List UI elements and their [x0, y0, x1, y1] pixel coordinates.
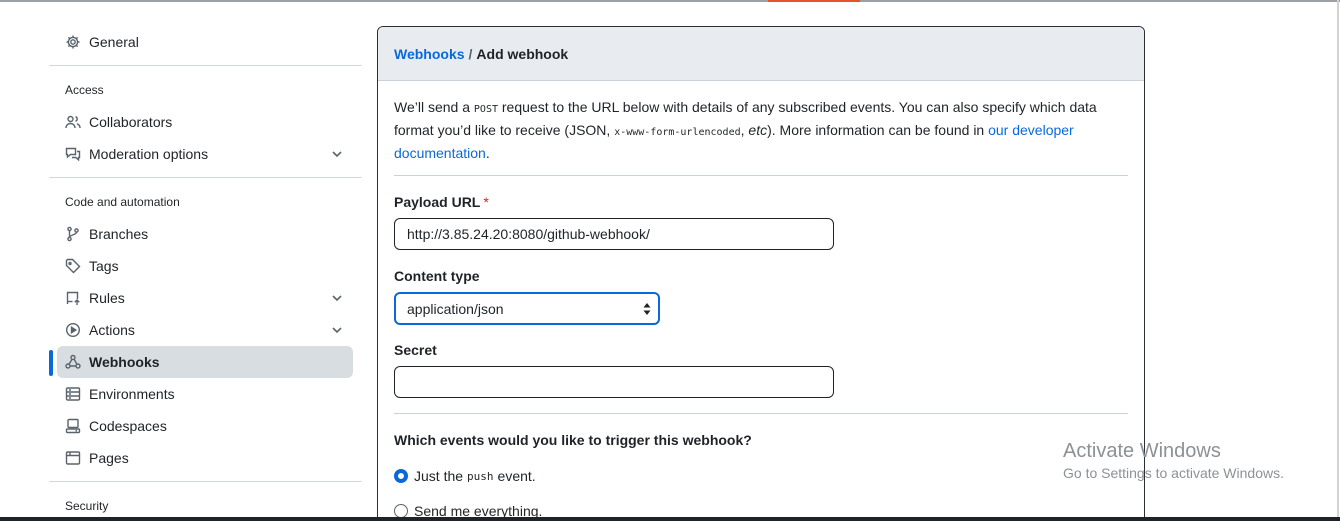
- sidebar-item-label: Branches: [89, 226, 149, 242]
- browser-icon: [65, 450, 81, 466]
- sidebar-item-pages[interactable]: Pages: [57, 442, 353, 474]
- content-type-label: Content type: [394, 268, 480, 284]
- sidebar-item-label: Actions: [89, 322, 135, 338]
- section-divider: [394, 175, 1128, 176]
- sidebar-divider: [49, 177, 362, 178]
- secret-input[interactable]: [394, 366, 834, 398]
- add-webhook-panel: Webhooks / Add webhook We’ll send a POST r…: [377, 26, 1145, 521]
- sidebar-heading-code: Code and automation: [65, 195, 180, 209]
- sidebar-item-label: Environments: [89, 386, 175, 402]
- sidebar-item-moderation[interactable]: Moderation options: [57, 138, 353, 170]
- section-divider: [394, 413, 1128, 414]
- repo-push-icon: [65, 290, 81, 306]
- content-type-select[interactable]: application/json: [394, 292, 660, 325]
- sidebar-item-collaborators[interactable]: Collaborators: [57, 106, 353, 138]
- activation-watermark: Activate Windows Go to Settings to activ…: [1063, 440, 1284, 481]
- page-title: Add webhook: [476, 46, 569, 62]
- sidebar-item-label: Collaborators: [89, 114, 173, 130]
- etc-text: etc: [748, 122, 768, 138]
- sidebar-item-actions[interactable]: Actions: [57, 314, 353, 346]
- chevron-down-icon: [332, 327, 342, 334]
- active-indicator: [49, 350, 53, 376]
- secret-label: Secret: [394, 342, 437, 358]
- codespaces-icon: [65, 418, 81, 434]
- sidebar-item-general[interactable]: General: [57, 26, 353, 58]
- sidebar-item-label: Pages: [89, 450, 129, 466]
- sidebar-heading-access: Access: [65, 83, 104, 97]
- events-question: Which events would you like to trigger t…: [394, 432, 752, 448]
- sidebar-item-rules[interactable]: Rules: [57, 282, 353, 314]
- sidebar-item-label: Moderation options: [89, 146, 209, 162]
- push-code: push: [467, 469, 494, 483]
- required-mark: *: [483, 194, 489, 210]
- intro-text-part: .: [485, 145, 490, 161]
- sidebar-item-environments[interactable]: Environments: [57, 378, 353, 410]
- sidebar-item-label: Codespaces: [89, 418, 167, 434]
- sidebar-item-label: Webhooks: [89, 354, 160, 370]
- watermark-subtitle: Go to Settings to activate Windows.: [1063, 465, 1284, 481]
- radio-button[interactable]: [394, 504, 408, 518]
- radio-label-text: event.: [497, 468, 536, 484]
- sidebar-item-branches[interactable]: Branches: [57, 218, 353, 250]
- sidebar-item-label: Tags: [89, 258, 119, 274]
- watermark-title: Activate Windows: [1063, 440, 1221, 462]
- breadcrumb-separator: /: [468, 46, 473, 62]
- select-arrows-icon: [643, 303, 651, 315]
- sidebar-divider: [49, 65, 362, 66]
- content-type-value: application/json: [407, 300, 504, 317]
- server-icon: [65, 386, 81, 402]
- payload-url-input[interactable]: [394, 218, 834, 250]
- payload-url-label-text: Payload URL: [394, 194, 481, 210]
- format-code: x-www-form-urlencoded: [614, 127, 741, 138]
- chevron-down-icon: [332, 151, 342, 158]
- radio-just-push[interactable]: Just the push event.: [394, 468, 536, 484]
- comment-discussion-icon: [65, 146, 81, 162]
- window-right-border: [1337, 0, 1339, 521]
- radio-label-text: Just the: [414, 468, 464, 484]
- git-branch-icon: [65, 226, 81, 242]
- breadcrumb: Webhooks / Add webhook: [378, 27, 1144, 81]
- intro-text-part: ). More information can be found in: [767, 122, 989, 138]
- sidebar-item-label: General: [89, 34, 139, 50]
- sidebar-heading-security: Security: [65, 499, 109, 513]
- sidebar-item-label: Rules: [89, 290, 125, 306]
- taskbar-edge: [0, 517, 1340, 521]
- people-icon: [65, 114, 81, 130]
- top-accent-mark: [768, 0, 860, 2]
- webhook-icon: [65, 354, 81, 370]
- sidebar-item-codespaces[interactable]: Codespaces: [57, 410, 353, 442]
- play-icon: [65, 322, 81, 338]
- settings-sidebar: General Access Collaborators Moderation …: [48, 0, 362, 517]
- gear-icon: [65, 34, 81, 50]
- chevron-down-icon: [332, 295, 342, 302]
- intro-text-part: We’ll send a: [394, 99, 474, 115]
- radio-button-checked[interactable]: [394, 469, 408, 483]
- payload-url-label: Payload URL *: [394, 194, 489, 210]
- sidebar-item-tags[interactable]: Tags: [57, 250, 353, 282]
- tag-icon: [65, 258, 81, 274]
- sidebar-divider: [49, 481, 362, 482]
- post-method-code: POST: [473, 104, 498, 115]
- breadcrumb-webhooks-link[interactable]: Webhooks: [394, 46, 465, 62]
- intro-text: We’ll send a POST request to the URL bel…: [394, 97, 1114, 164]
- sidebar-item-webhooks[interactable]: Webhooks: [57, 346, 353, 378]
